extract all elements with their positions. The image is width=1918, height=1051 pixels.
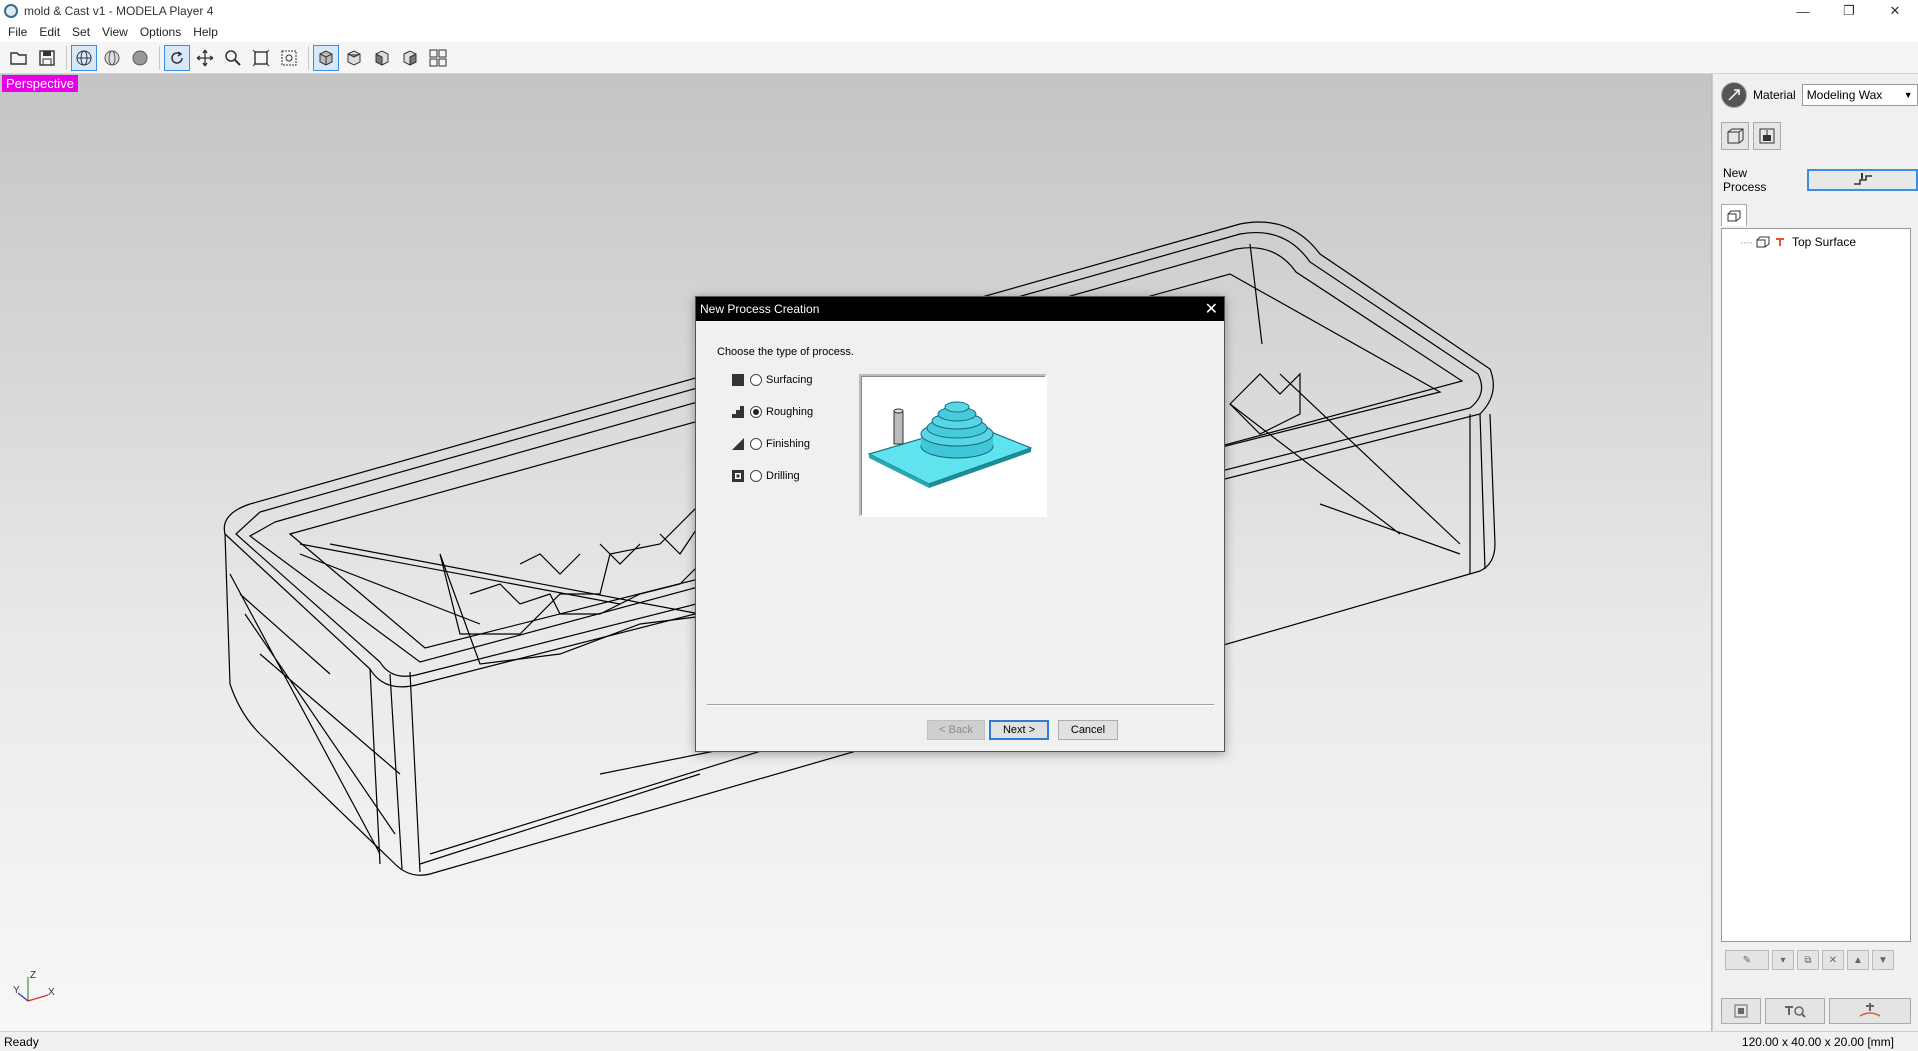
process-panel: Material Modeling Wax ▼ New Process ····… bbox=[1712, 74, 1918, 1031]
maximize-button[interactable]: ❐ bbox=[1826, 0, 1872, 22]
axis-indicator: Z X Y bbox=[13, 970, 55, 1002]
rotate-icon[interactable] bbox=[164, 44, 190, 71]
tree-item-label: Top Surface bbox=[1791, 235, 1857, 249]
material-select[interactable]: Modeling Wax ▼ bbox=[1801, 84, 1918, 106]
process-tree[interactable]: ···· Top Surface bbox=[1721, 228, 1911, 942]
shaded-icon[interactable] bbox=[99, 45, 125, 71]
menu-set[interactable]: Set bbox=[66, 25, 96, 39]
zoom-icon[interactable] bbox=[220, 45, 246, 71]
material-icon[interactable] bbox=[1721, 82, 1747, 108]
model-icon bbox=[1756, 236, 1770, 248]
toolbar bbox=[0, 42, 1918, 74]
status-text: Ready bbox=[4, 1034, 39, 1049]
roughing-icon bbox=[732, 406, 744, 418]
axis-y-label: Y bbox=[13, 985, 20, 996]
move-up-icon[interactable]: ▲ bbox=[1847, 950, 1869, 970]
option-label: Roughing bbox=[766, 406, 814, 418]
option-finishing[interactable]: Finishing bbox=[732, 438, 810, 450]
process-preview-icon[interactable]: ✎ bbox=[1725, 950, 1769, 970]
material-value: Modeling Wax bbox=[1806, 88, 1883, 102]
cut-icon[interactable] bbox=[1829, 998, 1911, 1024]
move-icon[interactable] bbox=[192, 45, 218, 71]
menu-help[interactable]: Help bbox=[187, 25, 224, 39]
back-button[interactable]: < Back bbox=[927, 720, 985, 740]
view-persp-icon[interactable] bbox=[313, 44, 339, 71]
drilling-icon bbox=[732, 470, 744, 482]
view-front-icon[interactable] bbox=[369, 45, 395, 71]
menu-edit[interactable]: Edit bbox=[33, 25, 66, 39]
radio-drilling[interactable] bbox=[750, 470, 762, 482]
menu-file[interactable]: File bbox=[2, 25, 33, 39]
material-label: Material bbox=[1753, 88, 1796, 102]
surfacing-icon bbox=[732, 374, 744, 386]
zoom-window-icon[interactable] bbox=[276, 45, 302, 71]
dialog-title-bar: New Process Creation ✕ bbox=[696, 297, 1224, 321]
axis-z-label: Z bbox=[30, 970, 36, 981]
multi-view-icon[interactable] bbox=[425, 45, 451, 71]
model-settings-icon[interactable] bbox=[1721, 122, 1749, 150]
minimize-button[interactable]: — bbox=[1780, 0, 1826, 22]
view-top-icon[interactable] bbox=[341, 45, 367, 71]
dialog-title: New Process Creation bbox=[700, 302, 820, 316]
dialog-close-icon[interactable]: ✕ bbox=[1205, 299, 1218, 319]
dialog-separator bbox=[707, 704, 1214, 706]
move-down-icon[interactable]: ▼ bbox=[1872, 950, 1894, 970]
dialog-prompt: Choose the type of process. bbox=[717, 346, 854, 358]
app-icon bbox=[4, 4, 18, 18]
option-surfacing[interactable]: Surfacing bbox=[732, 374, 812, 386]
model-size: 120.00 x 40.00 x 20.00 [mm] bbox=[1741, 1034, 1894, 1049]
radio-finishing[interactable] bbox=[750, 438, 762, 450]
solid-icon[interactable] bbox=[127, 45, 153, 71]
option-roughing[interactable]: Roughing bbox=[732, 406, 813, 418]
preview-cutting-icon[interactable] bbox=[1721, 998, 1761, 1024]
radio-surfacing[interactable] bbox=[750, 374, 762, 386]
process-tab[interactable] bbox=[1721, 204, 1747, 226]
new-process-button[interactable] bbox=[1807, 169, 1918, 191]
tree-item-top-surface[interactable]: ···· Top Surface bbox=[1740, 235, 1856, 249]
fit-icon[interactable] bbox=[248, 45, 274, 71]
filter-icon[interactable]: ▾ bbox=[1772, 950, 1794, 970]
axis-x-label: X bbox=[48, 987, 55, 998]
title-bar: mold & Cast v1 - MODELA Player 4 — ❐ ✕ bbox=[0, 0, 1918, 22]
roughing-illustration bbox=[867, 401, 1033, 488]
toolbar-separator bbox=[159, 45, 160, 70]
save-icon[interactable] bbox=[34, 45, 60, 71]
option-label: Finishing bbox=[766, 438, 811, 450]
tree-connector: ···· bbox=[1740, 235, 1753, 249]
delete-icon[interactable]: ✕ bbox=[1822, 950, 1844, 970]
toolbar-separator bbox=[66, 45, 67, 70]
toolbar-separator bbox=[308, 45, 309, 70]
cancel-button[interactable]: Cancel bbox=[1058, 720, 1118, 740]
option-drilling[interactable]: Drilling bbox=[732, 470, 800, 482]
process-preview-image bbox=[859, 374, 1047, 517]
simulation-icon[interactable] bbox=[1765, 998, 1825, 1024]
perspective-label: Perspective bbox=[2, 75, 78, 92]
radio-roughing[interactable] bbox=[750, 406, 762, 418]
machine-settings-icon[interactable] bbox=[1753, 122, 1781, 150]
menu-view[interactable]: View bbox=[96, 25, 134, 39]
surfacing-icon bbox=[1775, 238, 1784, 246]
open-icon[interactable] bbox=[6, 45, 32, 71]
finishing-icon bbox=[732, 438, 744, 450]
status-bar: Ready 120.00 x 40.00 x 20.00 [mm] bbox=[0, 1031, 1918, 1051]
option-label: Surfacing bbox=[766, 374, 813, 386]
close-button[interactable]: ✕ bbox=[1872, 0, 1918, 22]
copy-icon[interactable]: ⧉ bbox=[1797, 950, 1819, 970]
option-label: Drilling bbox=[766, 470, 800, 482]
view-side-icon[interactable] bbox=[397, 45, 423, 71]
menu-options[interactable]: Options bbox=[134, 25, 187, 39]
window-controls: — ❐ ✕ bbox=[1780, 0, 1918, 22]
chevron-down-icon: ▼ bbox=[1903, 90, 1913, 100]
next-button[interactable]: Next > bbox=[989, 720, 1049, 740]
new-process-label: New Process bbox=[1723, 166, 1767, 194]
window-title: mold & Cast v1 - MODELA Player 4 bbox=[24, 4, 214, 18]
wireframe-icon[interactable] bbox=[71, 44, 97, 71]
menu-bar: File Edit Set View Options Help bbox=[0, 22, 1918, 42]
new-process-dialog: New Process Creation ✕ Choose the type o… bbox=[695, 296, 1225, 752]
